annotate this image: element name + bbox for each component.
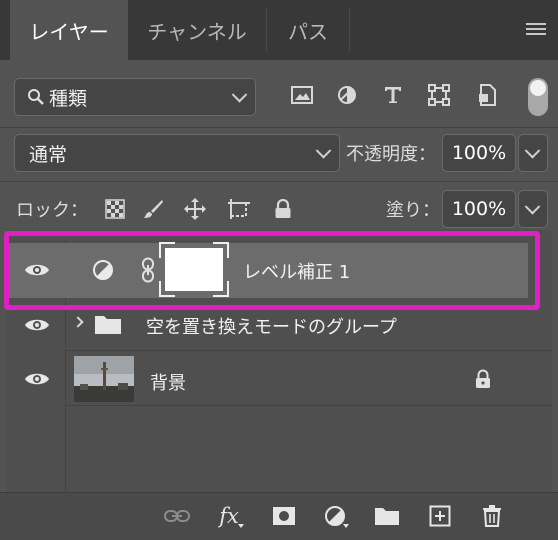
filter-kind-dropdown[interactable]: 種類 [14, 78, 256, 116]
trash-delete-icon[interactable] [479, 504, 505, 528]
opacity-dropdown-button[interactable] [518, 134, 548, 172]
chevron-down-icon [524, 143, 541, 159]
new-adjustment-layer-icon[interactable] [322, 504, 349, 528]
background-thumbnail[interactable] [74, 356, 134, 402]
add-mask-icon[interactable] [271, 504, 297, 528]
eye-visibility-icon[interactable] [24, 371, 50, 387]
toggle-knob [530, 80, 546, 96]
chevron-down-icon [231, 87, 248, 103]
fill-value: 100% [451, 198, 507, 220]
dropdown-indicator-icon [238, 524, 244, 528]
shape-layer-filter-icon[interactable] [426, 82, 452, 108]
tab-paths[interactable]: パス [267, 0, 349, 60]
folder-icon [95, 316, 121, 334]
opacity-value: 100% [451, 142, 507, 164]
lock-transparent-pixels-icon[interactable] [102, 196, 128, 222]
lock-all-icon[interactable] [270, 196, 296, 222]
fill-value-field[interactable]: 100% [442, 190, 516, 228]
new-layer-icon[interactable] [427, 504, 453, 528]
new-group-folder-icon[interactable] [374, 504, 400, 528]
chevron-down-icon [524, 199, 541, 215]
layer-name-background[interactable]: 背景 [150, 369, 186, 395]
smart-object-filter-icon[interactable] [474, 82, 500, 108]
opacity-label: 不透明度： [346, 144, 436, 165]
tab-channels-label: チャンネル [147, 19, 247, 44]
filter-kind-label: 種類 [49, 87, 88, 110]
layer-style-fx-button[interactable]: fx [216, 504, 244, 528]
tab-paths-label: パス [288, 19, 328, 44]
fx-label: fx [219, 504, 239, 528]
divider [0, 181, 558, 182]
dropdown-indicator-icon [343, 524, 349, 528]
panel-menu-icon[interactable] [526, 23, 546, 37]
pixel-layer-filter-icon[interactable] [289, 82, 315, 108]
divider [0, 127, 558, 128]
tab-divider [349, 8, 350, 52]
lock-position-move-icon[interactable] [182, 196, 208, 222]
divider [66, 405, 552, 406]
filter-toggle-switch[interactable] [528, 78, 548, 116]
fill-dropdown-button[interactable] [518, 190, 548, 228]
blend-mode-label: 通常 [29, 143, 68, 166]
link-layers-icon[interactable] [164, 504, 190, 528]
tab-layers[interactable]: レイヤー [10, 0, 128, 60]
divider [66, 350, 552, 351]
layer-name-group[interactable]: 空を置き換えモードのグループ [146, 313, 397, 339]
lock-icon [476, 369, 490, 388]
chevron-down-icon [315, 143, 332, 159]
eye-visibility-icon[interactable] [24, 317, 50, 333]
highlight-annotation-box [4, 231, 540, 310]
blend-mode-dropdown[interactable]: 通常 [14, 134, 340, 172]
type-layer-filter-icon[interactable] [380, 82, 406, 108]
fill-label: 塗り： [386, 200, 440, 221]
lock-image-pixels-brush-icon[interactable] [140, 196, 166, 222]
adjustment-layer-filter-icon[interactable] [334, 82, 360, 108]
tab-channels[interactable]: チャンネル [128, 0, 266, 60]
lock-label: ロック： [16, 200, 88, 221]
opacity-value-field[interactable]: 100% [442, 134, 516, 172]
lock-artboard-icon[interactable] [226, 196, 252, 222]
tab-layers-label: レイヤー [29, 19, 109, 44]
search-icon [28, 89, 44, 105]
